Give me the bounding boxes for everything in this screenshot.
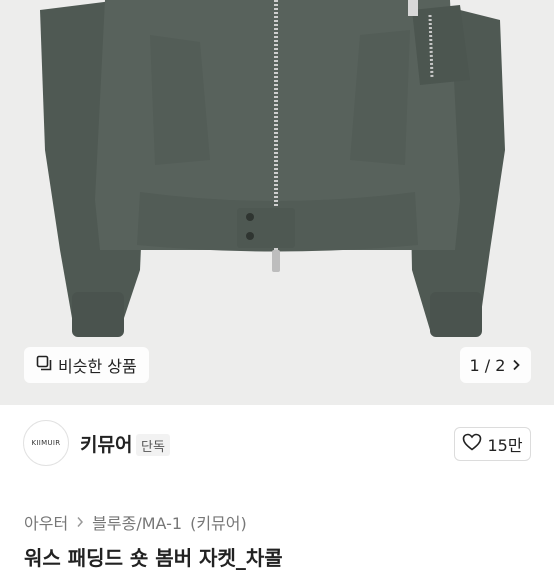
seller-avatar[interactable]: KIIMUIR (23, 420, 69, 466)
seller-avatar-text: KIIMUIR (31, 439, 61, 447)
seller-name[interactable]: 키뮤어 (80, 430, 132, 457)
breadcrumb-item-2[interactable]: (키뮤어) (190, 510, 247, 534)
product-title: 워스 패딩드 숏 봄버 자켓_차콜 (24, 546, 283, 570)
chevron-right-icon (76, 513, 84, 532)
like-button[interactable]: 15만 (454, 427, 531, 461)
heart-icon (462, 433, 482, 455)
pager-text: 1 / 2 (469, 355, 506, 375)
exclusive-badge: 단독 (136, 434, 170, 456)
image-pager[interactable]: 1 / 2 (460, 347, 531, 383)
breadcrumb: 아우터 블루종/MA-1 (키뮤어) (24, 510, 247, 534)
chevron-right-icon (511, 356, 521, 375)
similar-products-label: 비슷한 상품 (58, 357, 137, 376)
jacket-illustration (0, 0, 554, 405)
similar-products-icon (36, 355, 52, 375)
like-count: 15만 (487, 436, 523, 455)
breadcrumb-item-1[interactable]: 블루종/MA-1 (92, 510, 182, 534)
product-image[interactable] (0, 0, 554, 405)
similar-products-button[interactable]: 비슷한 상품 (24, 347, 149, 383)
breadcrumb-item-0[interactable]: 아우터 (24, 510, 68, 534)
